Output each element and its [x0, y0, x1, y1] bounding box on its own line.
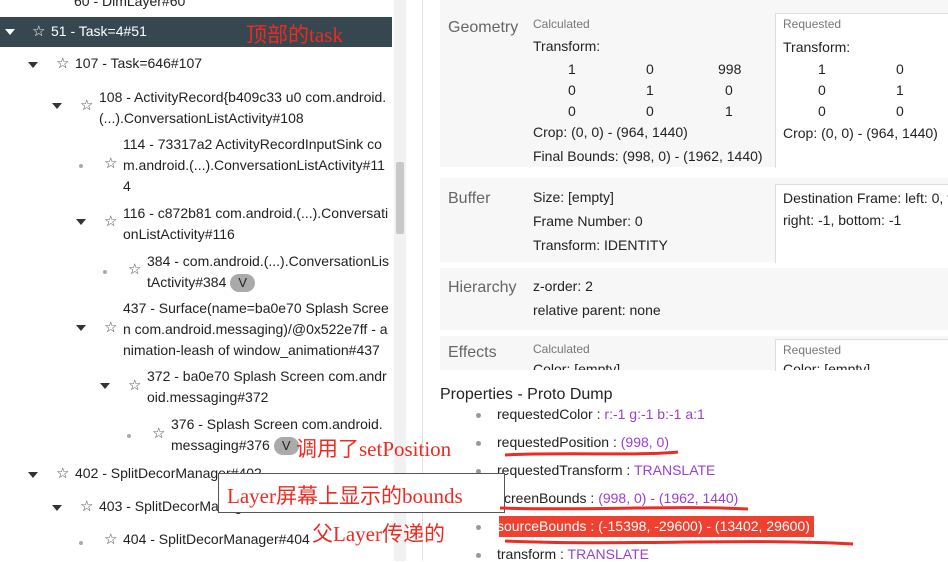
- underline-screen-bounds: [499, 506, 749, 511]
- annotation-underlines: [499, 450, 854, 546]
- underline-requested-position: [504, 450, 679, 457]
- underline-source-bounds: [504, 539, 854, 546]
